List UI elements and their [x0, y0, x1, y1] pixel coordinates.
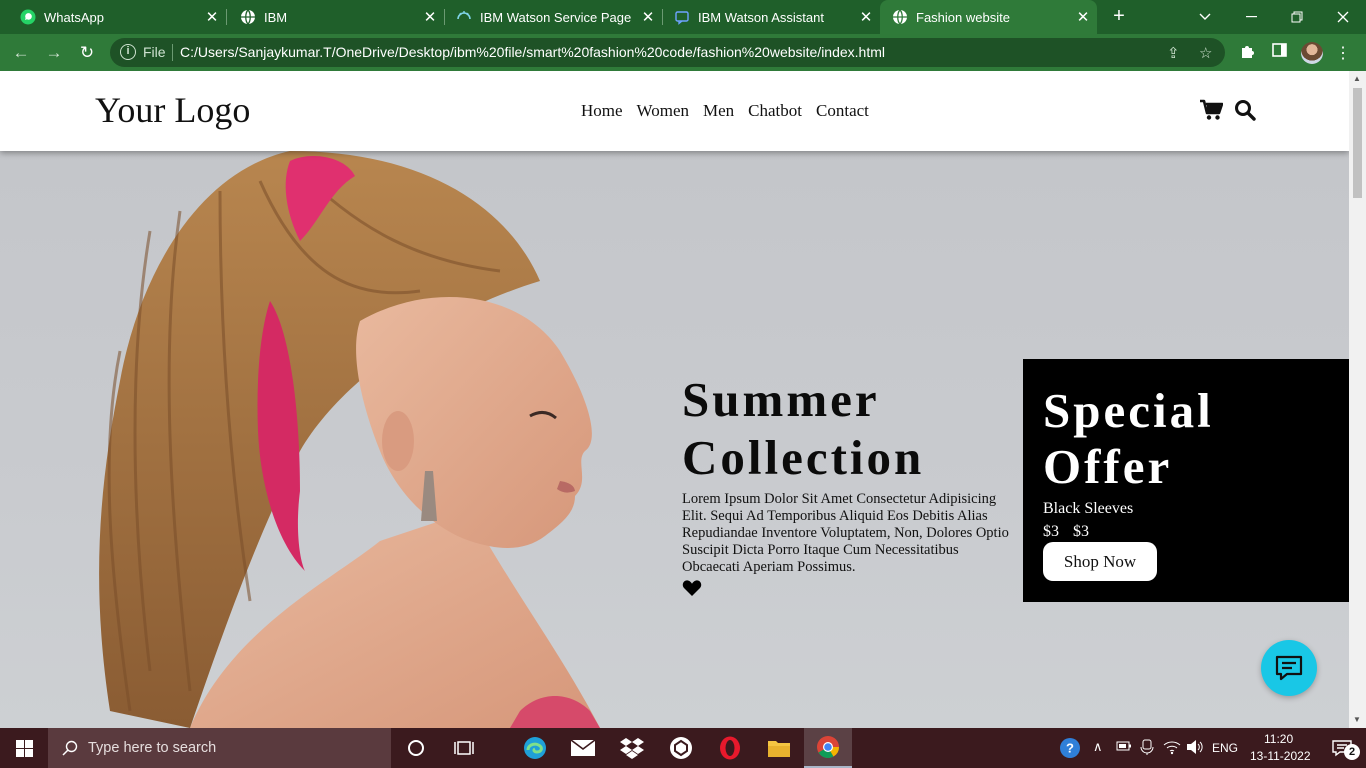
meet-now-icon[interactable]	[1140, 739, 1154, 758]
restore-button[interactable]	[1274, 0, 1320, 34]
url-text[interactable]: C:/Users/Sanjaykumar.T/OneDrive/Desktop/…	[180, 44, 885, 60]
language-indicator[interactable]: ENG	[1212, 741, 1238, 755]
offer-title-line2: Offer	[1043, 439, 1173, 494]
opera-taskbar-icon[interactable]	[706, 728, 754, 768]
battery-icon[interactable]	[1116, 740, 1132, 755]
browser-toolbar: ← → ↻ i File C:/Users/Sanjaykumar.T/OneD…	[0, 34, 1366, 71]
taskbar-search-box[interactable]: Type here to search	[48, 728, 391, 768]
scroll-up-icon[interactable]: ▲	[1353, 74, 1361, 83]
hero-description: Lorem Ipsum Dolor Sit Amet Consectetur A…	[682, 491, 1009, 575]
reload-icon[interactable]: ↻	[76, 42, 98, 64]
offer-price: $3	[1073, 523, 1089, 540]
minimize-button[interactable]	[1228, 0, 1274, 34]
mail-taskbar-icon[interactable]	[559, 728, 607, 768]
new-tab-button[interactable]: +	[1108, 5, 1130, 27]
help-tray-icon[interactable]: ?	[1050, 728, 1090, 768]
hero-title-line1: Summer	[682, 372, 880, 427]
heart-icon[interactable]	[682, 579, 702, 597]
cortana-button[interactable]	[392, 728, 440, 768]
whatsapp-icon	[20, 9, 36, 25]
hero-text-block: Summer Collection Lorem Ipsum Dolor Sit …	[682, 371, 1012, 597]
address-bar[interactable]: i File C:/Users/Sanjaykumar.T/OneDrive/D…	[110, 38, 1225, 67]
task-view-button[interactable]	[440, 728, 488, 768]
watson-icon	[456, 9, 472, 25]
nav-women[interactable]: Women	[637, 101, 689, 121]
offer-price: $3	[1043, 523, 1059, 540]
windows-taskbar: Type here to search ? ∧ ENG 11:20 13-11-…	[0, 728, 1366, 768]
nav-home[interactable]: Home	[581, 101, 623, 121]
shop-now-button[interactable]: Shop Now	[1043, 542, 1157, 581]
scheme-label: File	[143, 44, 166, 60]
tab-close-icon[interactable]: ✕	[856, 8, 876, 26]
search-icon[interactable]	[1234, 99, 1258, 123]
info-icon[interactable]: i	[120, 44, 136, 60]
show-hidden-icons-chevron-icon[interactable]: ∧	[1093, 739, 1103, 755]
clock-time[interactable]: 11:20	[1264, 732, 1293, 746]
chat-icon	[1275, 655, 1303, 681]
dropbox-taskbar-icon[interactable]	[608, 728, 656, 768]
side-panel-icon[interactable]	[1269, 43, 1289, 62]
windows-start-button[interactable]	[0, 728, 48, 768]
globe-icon	[892, 9, 908, 25]
chrome-taskbar-icon[interactable]	[804, 728, 852, 768]
tab-ibm-watson-assistant[interactable]: IBM Watson Assistant ✕	[654, 0, 880, 34]
main-nav: Home Women Men Chatbot Contact	[581, 101, 869, 121]
page-viewport: Your Logo Home Women Men Chatbot Contact	[0, 71, 1349, 728]
tab-title: WhatsApp	[44, 9, 104, 25]
volume-icon[interactable]	[1186, 739, 1204, 758]
back-arrow-icon[interactable]: ←	[10, 42, 32, 64]
hero-title-line2: Collection	[682, 430, 925, 485]
notification-center-button[interactable]: 2	[1318, 728, 1366, 768]
file-explorer-taskbar-icon[interactable]	[755, 728, 803, 768]
tab-fashion-website[interactable]: Fashion website ✕	[880, 0, 1097, 34]
model-photo	[99, 151, 600, 728]
nav-men[interactable]: Men	[703, 101, 734, 121]
browser-tab-strip: WhatsApp ✕ IBM ✕ IBM Watson Service Page…	[0, 0, 1366, 34]
windows-logo-icon	[15, 739, 33, 757]
assistant-icon	[674, 9, 690, 25]
nav-contact[interactable]: Contact	[816, 101, 869, 121]
taskbar-search-placeholder: Type here to search	[88, 740, 217, 756]
scroll-down-icon[interactable]: ▼	[1353, 715, 1361, 724]
tab-ibm-watson-service[interactable]: IBM Watson Service Page ✕	[436, 0, 662, 34]
tab-title: IBM Watson Service Page	[480, 9, 632, 25]
tab-close-icon[interactable]: ✕	[1073, 8, 1093, 26]
tab-whatsapp[interactable]: WhatsApp ✕	[0, 0, 226, 34]
tab-title: IBM	[264, 9, 288, 25]
edge-taskbar-icon[interactable]	[511, 728, 559, 768]
nav-chatbot[interactable]: Chatbot	[748, 101, 802, 121]
extensions-puzzle-icon[interactable]	[1237, 43, 1257, 64]
hero-title: Summer Collection	[682, 371, 1012, 487]
more-menu-icon[interactable]: ⋮	[1333, 43, 1353, 63]
close-window-button[interactable]	[1320, 0, 1366, 34]
tab-close-icon[interactable]: ✕	[202, 8, 222, 26]
tab-title: IBM Watson Assistant	[698, 9, 824, 25]
offer-title: Special Offer	[1043, 383, 1214, 495]
scrollbar-thumb[interactable]	[1353, 88, 1362, 198]
tab-ibm[interactable]: IBM ✕	[220, 0, 444, 34]
offer-prices: $3 $3	[1043, 523, 1089, 541]
tab-search-chevron-icon[interactable]	[1182, 0, 1228, 34]
forward-arrow-icon[interactable]: →	[43, 42, 65, 64]
tab-title: Fashion website	[916, 9, 1010, 25]
offer-product-name: Black Sleeves	[1043, 500, 1134, 517]
security-app-taskbar-icon[interactable]	[657, 728, 705, 768]
clock-date[interactable]: 13-11-2022	[1250, 749, 1311, 763]
special-offer-card: Special Offer Black Sleeves $3 $3 Shop N…	[1023, 359, 1349, 602]
offer-title-line1: Special	[1043, 383, 1214, 438]
globe-icon	[240, 9, 256, 25]
notification-count-badge: 2	[1344, 744, 1360, 760]
wifi-icon[interactable]	[1163, 739, 1181, 758]
share-icon[interactable]: ⇪	[1167, 44, 1180, 62]
site-header: Your Logo Home Women Men Chatbot Contact	[0, 71, 1349, 151]
cart-icon[interactable]	[1199, 99, 1224, 123]
profile-avatar[interactable]	[1301, 42, 1323, 64]
svg-text:?: ?	[1066, 741, 1074, 756]
bookmark-star-icon[interactable]: ☆	[1199, 44, 1212, 62]
page-scrollbar[interactable]: ▲ ▼	[1349, 71, 1366, 728]
site-logo[interactable]: Your Logo	[95, 89, 250, 131]
chatbot-launcher-button[interactable]	[1261, 640, 1317, 696]
search-icon	[62, 740, 78, 756]
